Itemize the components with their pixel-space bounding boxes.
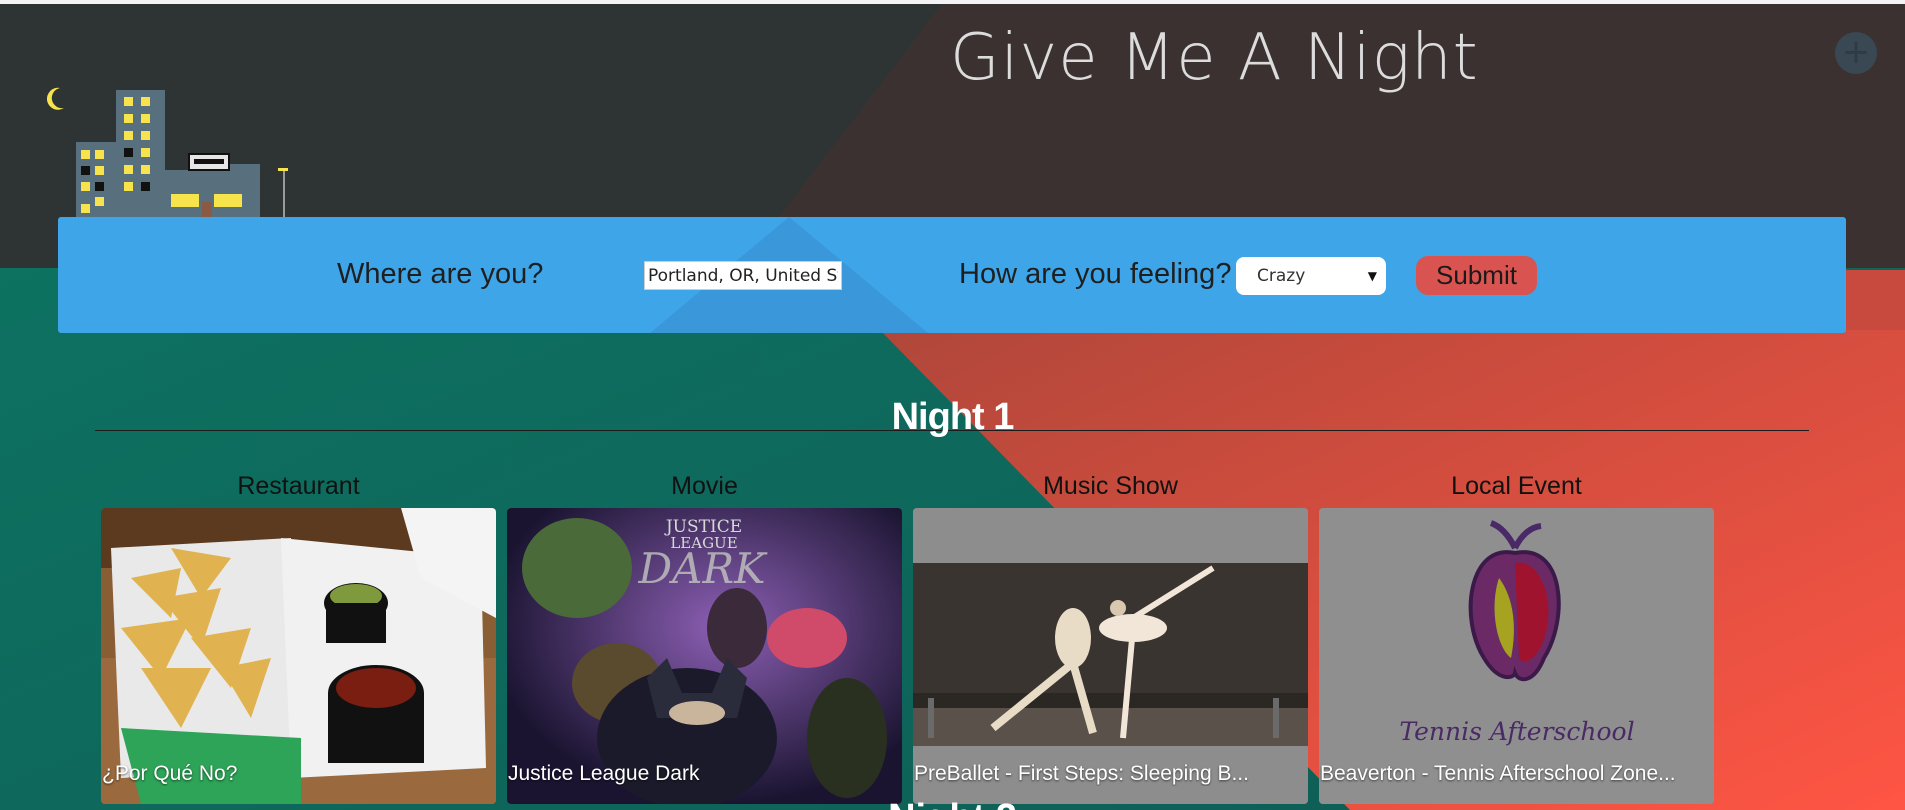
app-title: Give Me A Night: [950, 21, 1479, 95]
mood-label: How are you feeling?: [959, 258, 1232, 290]
search-panel: Where are you? How are you feeling? Craz…: [58, 217, 1846, 333]
card-category: Movie: [671, 472, 738, 500]
movie-poster-icon: JUSTICE LEAGUE DARK: [507, 508, 902, 804]
card-column-local-event: Local Event Tennis Afterschool Beaverton…: [1319, 470, 1714, 804]
apple-logo-icon: Tennis Afterschool: [1319, 508, 1714, 804]
ballet-photo-icon: [913, 508, 1308, 804]
local-event-card[interactable]: Tennis Afterschool Beaverton - Tennis Af…: [1319, 508, 1714, 804]
card-caption: Beaverton - Tennis Afterschool Zone...: [1320, 762, 1676, 785]
page: Give Me A Night + Where are you? Portlan…: [0, 0, 1905, 810]
restaurant-card[interactable]: ¿Por Qué No?: [101, 508, 496, 804]
card-category: Local Event: [1451, 472, 1582, 500]
location-input[interactable]: [644, 261, 842, 290]
submit-button[interactable]: Submit: [1416, 256, 1537, 295]
mood-selected-value: Crazy: [1257, 266, 1306, 286]
card-category: Restaurant: [237, 472, 360, 500]
food-photo-icon: [101, 508, 496, 804]
city-skyline-logo: [44, 84, 294, 220]
movie-card[interactable]: JUSTICE LEAGUE DARK Justice League Dark: [507, 508, 902, 804]
poster-title-line-3: DARK: [637, 544, 768, 593]
logo-text: Tennis Afterschool: [1399, 717, 1634, 746]
card-column-restaurant: Restaurant ¿Por Qué No?: [101, 470, 496, 804]
card-category: Music Show: [1043, 472, 1178, 500]
add-plus-icon[interactable]: +: [1835, 32, 1877, 74]
music-show-card[interactable]: PreBallet - First Steps: Sleeping B...: [913, 508, 1308, 804]
moon-icon: [46, 87, 64, 110]
night-1-title: Night 1: [891, 396, 1015, 438]
top-browser-strip: [0, 0, 1905, 4]
card-caption: Justice League Dark: [508, 762, 700, 785]
card-column-movie: Movie JUSTICE LEAGUE DARK Justice League…: [507, 470, 902, 804]
card-caption: ¿Por Qué No?: [102, 762, 238, 785]
card-caption: PreBallet - First Steps: Sleeping B...: [914, 762, 1249, 785]
chevron-down-icon: ▼: [1367, 269, 1377, 283]
city-skyline-icon: [46, 87, 288, 220]
location-label: Where are you?: [337, 258, 544, 290]
night-2-title: Night 2: [0, 795, 1905, 810]
card-column-music-show: Music Show PreBallet - First Steps: Slee…: [913, 470, 1308, 804]
mood-select[interactable]: Crazy ▼: [1236, 257, 1386, 295]
panel-triangle-decoration: [650, 217, 928, 333]
